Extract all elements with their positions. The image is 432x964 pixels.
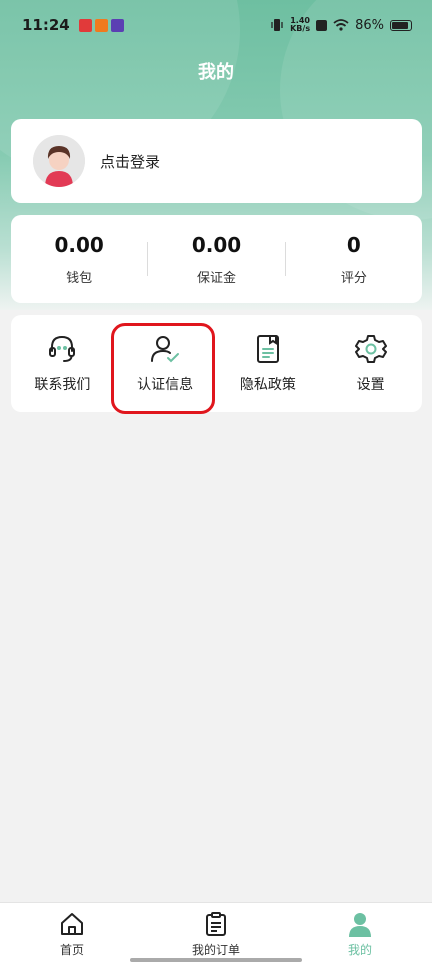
sim-off-icon [316, 19, 328, 31]
network-speed: 1.40 KB/s [290, 16, 311, 33]
headset-icon [45, 332, 79, 366]
menu-label: 隐私政策 [239, 377, 296, 393]
status-bar: 11:24 1.40 KB/s 86% [0, 0, 432, 50]
stat-label: 保证金 [196, 270, 236, 286]
tab-my-orders[interactable]: 我的订单 [144, 903, 288, 964]
home-indicator[interactable] [130, 958, 302, 962]
stat-value: 0.00 [54, 232, 104, 257]
menu-label: 联系我们 [34, 377, 91, 393]
stat-deposit[interactable]: 0.00 保证金 [148, 233, 284, 286]
page-title: 我的 [198, 62, 234, 83]
stat-value: 0.00 [191, 232, 242, 257]
menu-contact-us[interactable]: 联系我们 [11, 315, 114, 412]
home-icon [61, 913, 83, 935]
stats-card: 0.00 钱包 0.00 保证金 0 评分 [11, 215, 422, 303]
menu-label: 设置 [356, 377, 385, 393]
login-prompt[interactable]: 点击登录 [100, 151, 160, 172]
gear-icon [354, 332, 388, 366]
menu-privacy-policy[interactable]: 隐私政策 [217, 315, 320, 412]
shopping-app-icon [94, 18, 108, 32]
wifi-icon [333, 19, 349, 31]
battery-icon [390, 19, 412, 31]
stat-wallet[interactable]: 0.00 钱包 [11, 233, 147, 286]
avatar [33, 135, 85, 187]
tab-label: 首页 [59, 943, 84, 957]
tab-mine[interactable]: 我的 [288, 903, 432, 964]
menu-label: 认证信息 [137, 377, 194, 393]
video-app-icon [110, 18, 124, 32]
verified-user-icon [148, 332, 182, 366]
stat-value: 0 [346, 232, 361, 257]
login-card[interactable]: 点击登录 [11, 119, 422, 203]
battery-percent: 86% [355, 17, 384, 33]
vibrate-icon [271, 19, 283, 31]
stat-label: 钱包 [66, 270, 93, 286]
stat-rating[interactable]: 0 评分 [286, 233, 422, 286]
clipboard-icon [206, 912, 226, 936]
tab-home[interactable]: 首页 [0, 903, 144, 964]
menu-card: 联系我们 认证信息 隐私政策 设置 [11, 315, 422, 412]
news-app-icon [78, 18, 92, 32]
tab-label: 我的订单 [191, 943, 240, 957]
menu-settings[interactable]: 设置 [319, 315, 422, 412]
stat-label: 评分 [340, 270, 367, 286]
bottom-tab-bar: 首页 我的订单 我的 [0, 902, 432, 964]
document-icon [251, 332, 285, 366]
menu-verification-info[interactable]: 认证信息 [114, 315, 217, 412]
tab-label: 我的 [347, 943, 372, 957]
status-time: 11:24 [22, 16, 70, 34]
user-icon [349, 913, 371, 937]
